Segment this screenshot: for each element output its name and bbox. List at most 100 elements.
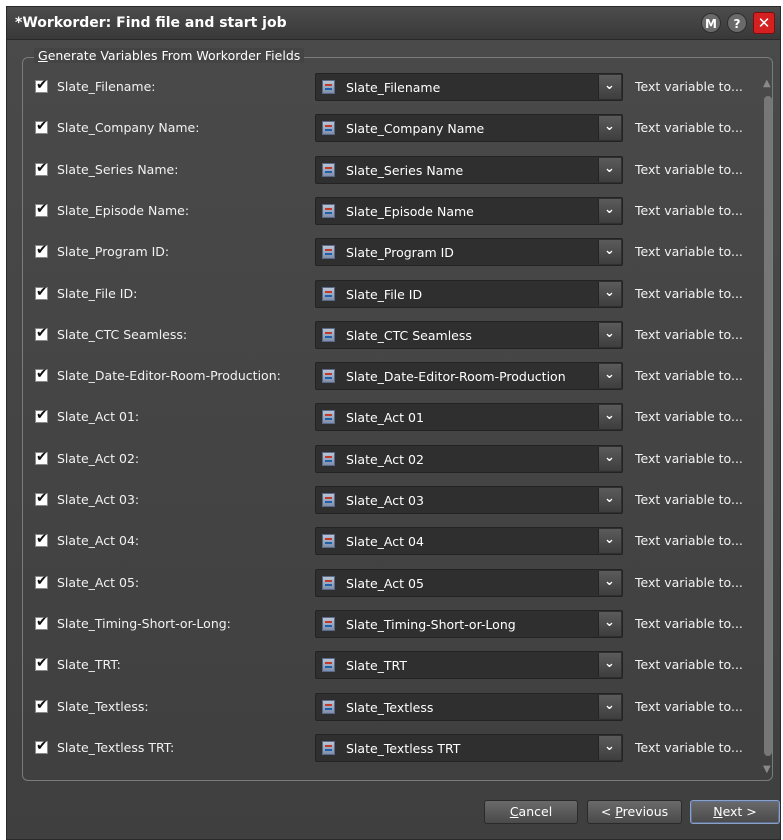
enable-checkbox[interactable]: ✔ bbox=[35, 366, 48, 383]
enable-checkbox[interactable]: ✔ bbox=[35, 490, 48, 506]
enable-checkbox[interactable]: ✔ bbox=[35, 449, 48, 465]
enable-checkbox[interactable]: ✔ bbox=[35, 614, 48, 630]
variable-row: ✔ Slate_Company Name: Slate_Company Name ⌄ T… bbox=[23, 113, 753, 143]
dropdown-button[interactable]: ⌄ bbox=[598, 488, 621, 512]
enable-checkbox[interactable]: ✔ bbox=[35, 118, 48, 135]
previous-label: revious bbox=[622, 804, 669, 819]
field-list-icon bbox=[322, 740, 335, 755]
variable-select[interactable]: Slate_Textless ⌄ bbox=[315, 692, 623, 721]
previous-button[interactable]: < Previous bbox=[587, 800, 682, 824]
variable-select[interactable]: Slate_Timing-Short-or-Long ⌄ bbox=[315, 609, 623, 638]
variable-select[interactable]: Slate_Act 05 ⌄ bbox=[315, 568, 623, 597]
variable-description: Text variable to... bbox=[635, 368, 743, 384]
previous-prefix: < bbox=[600, 804, 616, 819]
variable-select[interactable]: Slate_Act 03 ⌄ bbox=[315, 486, 623, 514]
field-list-icon bbox=[322, 327, 335, 342]
variable-description: Text variable to... bbox=[635, 161, 743, 177]
variable-select-value: Slate_Date-Editor-Room-Production bbox=[346, 369, 566, 385]
enable-checkbox[interactable]: ✔ bbox=[35, 201, 48, 217]
title-bar[interactable]: *Workorder: Find file and start job M ? … bbox=[7, 7, 780, 40]
field-list-icon bbox=[322, 286, 335, 301]
close-button[interactable]: ✕ bbox=[753, 12, 775, 34]
variable-select-value: Slate_Act 02 bbox=[346, 451, 424, 467]
scroll-thumb[interactable] bbox=[764, 96, 772, 756]
scroll-down-icon[interactable]: ▼ bbox=[763, 764, 771, 775]
field-label: Slate_Act 04: bbox=[57, 533, 140, 549]
chevron-down-icon: ⌄ bbox=[604, 491, 615, 506]
field-label: Slate_Filename: bbox=[57, 79, 156, 94]
dropdown-button[interactable]: ⌄ bbox=[598, 529, 621, 554]
enable-checkbox[interactable]: ✔ bbox=[35, 284, 48, 300]
variable-select[interactable]: Slate_Act 01 ⌄ bbox=[315, 403, 623, 432]
next-button[interactable]: Next > bbox=[690, 800, 780, 824]
field-list-icon bbox=[322, 121, 335, 136]
variable-select[interactable]: Slate_Textless TRT ⌄ bbox=[315, 733, 623, 762]
enable-checkbox[interactable]: ✔ bbox=[35, 407, 48, 424]
enable-checkbox[interactable]: ✔ bbox=[35, 738, 48, 754]
dropdown-button[interactable]: ⌄ bbox=[598, 694, 621, 719]
variable-row: ✔ Slate_File ID: Slate_File ID ⌄ Text variab… bbox=[23, 279, 753, 309]
checkmark-icon: ✔ bbox=[36, 490, 48, 506]
cancel-button[interactable]: Cancel bbox=[484, 800, 578, 824]
variable-select[interactable]: Slate_CTC Seamless ⌄ bbox=[315, 320, 623, 349]
dropdown-button[interactable]: ⌄ bbox=[598, 75, 621, 99]
chevron-down-icon: ⌄ bbox=[604, 284, 615, 300]
vertical-scrollbar[interactable]: ▲ ▼ bbox=[763, 78, 773, 778]
variable-description: Text variable to... bbox=[635, 492, 743, 507]
variable-description: Text variable to... bbox=[635, 698, 743, 714]
enable-checkbox[interactable]: ✔ bbox=[35, 696, 48, 713]
variable-select[interactable]: Slate_Series Name ⌄ bbox=[315, 155, 623, 184]
variable-select[interactable]: Slate_Company Name ⌄ bbox=[315, 114, 623, 143]
field-label: Slate_Date-Editor-Room-Production: bbox=[57, 368, 281, 384]
enable-checkbox[interactable]: ✔ bbox=[35, 77, 48, 93]
checkmark-icon: ✔ bbox=[36, 696, 48, 713]
dropdown-button[interactable]: ⌄ bbox=[598, 322, 621, 347]
variable-select-value: Slate_Timing-Short-or-Long bbox=[346, 616, 516, 632]
enable-checkbox[interactable]: ✔ bbox=[35, 655, 48, 672]
chevron-down-icon: ⌄ bbox=[604, 614, 615, 630]
dropdown-button[interactable]: ⌄ bbox=[598, 405, 621, 430]
variable-select[interactable]: Slate_Date-Editor-Room-Production ⌄ bbox=[315, 362, 623, 391]
field-label: Slate_Textless: bbox=[57, 698, 149, 714]
legend-mnemonic: G bbox=[38, 48, 48, 63]
variable-select[interactable]: Slate_TRT ⌄ bbox=[315, 651, 623, 680]
dropdown-button[interactable]: ⌄ bbox=[598, 735, 621, 760]
group-legend: Generate Variables From Workorder Fields bbox=[34, 48, 305, 63]
m-button[interactable]: M bbox=[701, 13, 721, 33]
field-label: Slate_CTC Seamless: bbox=[57, 326, 188, 342]
chevron-down-icon: ⌄ bbox=[604, 697, 615, 713]
dropdown-button[interactable]: ⌄ bbox=[598, 653, 621, 678]
previous-mnemonic: P bbox=[615, 804, 623, 819]
enable-checkbox[interactable]: ✔ bbox=[35, 160, 48, 176]
variable-description: Text variable to... bbox=[635, 409, 743, 425]
variable-select[interactable]: Slate_File ID ⌄ bbox=[315, 279, 623, 308]
variable-select[interactable]: Slate_Act 02 ⌄ bbox=[315, 444, 623, 473]
dropdown-button[interactable]: ⌄ bbox=[598, 116, 621, 141]
help-button[interactable]: ? bbox=[727, 13, 747, 33]
field-list-icon bbox=[322, 451, 335, 466]
variable-select[interactable]: Slate_Filename ⌄ bbox=[315, 73, 623, 101]
dropdown-button[interactable]: ⌄ bbox=[598, 570, 621, 595]
dropdown-button[interactable]: ⌄ bbox=[598, 198, 621, 223]
dropdown-button[interactable]: ⌄ bbox=[598, 281, 621, 306]
chevron-down-icon: ⌄ bbox=[604, 656, 615, 672]
variable-select[interactable]: Slate_Act 04 ⌄ bbox=[315, 527, 623, 556]
field-list-icon bbox=[322, 493, 335, 507]
checkmark-icon: ✔ bbox=[36, 572, 48, 589]
enable-checkbox[interactable]: ✔ bbox=[35, 242, 48, 259]
dropdown-button[interactable]: ⌄ bbox=[598, 364, 621, 389]
scroll-up-icon[interactable]: ▲ bbox=[763, 78, 771, 89]
variable-description: Text variable to... bbox=[635, 574, 743, 590]
variable-select-value: Slate_Act 01 bbox=[346, 410, 424, 426]
variable-row: ✔ Slate_Series Name: Slate_Series Name ⌄ Tex… bbox=[23, 155, 753, 185]
dropdown-button[interactable]: ⌄ bbox=[598, 446, 621, 471]
checkmark-icon: ✔ bbox=[36, 77, 48, 93]
variable-select[interactable]: Slate_Program ID ⌄ bbox=[315, 238, 623, 267]
enable-checkbox[interactable]: ✔ bbox=[35, 325, 48, 341]
variable-select[interactable]: Slate_Episode Name ⌄ bbox=[315, 196, 623, 225]
dropdown-button[interactable]: ⌄ bbox=[598, 157, 621, 182]
enable-checkbox[interactable]: ✔ bbox=[35, 572, 48, 589]
enable-checkbox[interactable]: ✔ bbox=[35, 531, 48, 548]
dropdown-button[interactable]: ⌄ bbox=[598, 240, 621, 265]
dropdown-button[interactable]: ⌄ bbox=[598, 611, 621, 636]
